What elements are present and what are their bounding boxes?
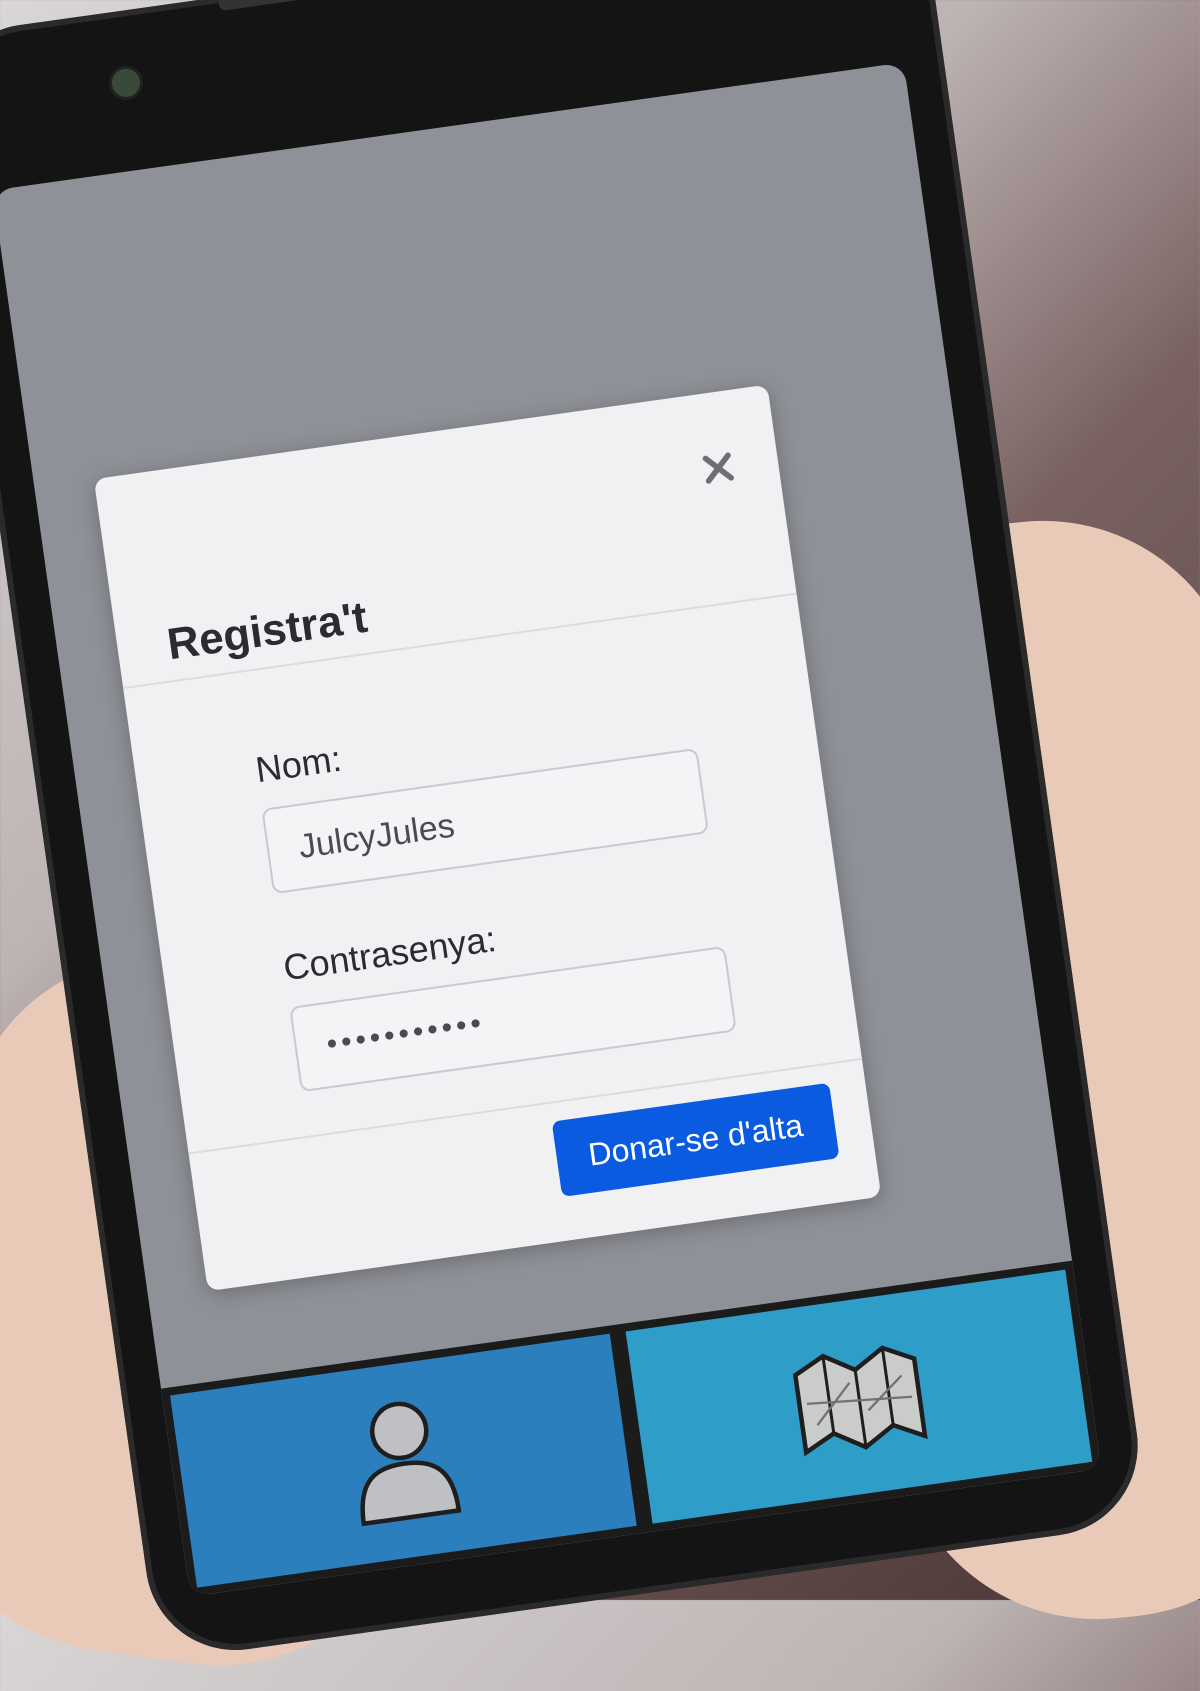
front-camera	[106, 63, 146, 103]
speaker	[217, 0, 339, 12]
password-label: Contrasenya:	[280, 917, 499, 989]
modal-header: Registra't	[93, 384, 797, 690]
close-button[interactable]	[691, 441, 745, 495]
close-icon	[702, 452, 734, 484]
name-label: Nom:	[252, 737, 344, 791]
tab-map[interactable]	[625, 1269, 1093, 1524]
tab-profile[interactable]	[170, 1333, 637, 1588]
register-button[interactable]: Donar-se d'alta	[551, 1082, 840, 1197]
phone-screen: Registra't Nom: Contrasenya: Donar-se d'…	[0, 62, 1102, 1597]
modal-title: Registra't	[164, 592, 371, 670]
user-icon	[360, 1401, 462, 1527]
phone-frame: Registra't Nom: Contrasenya: Donar-se d'…	[0, 0, 1150, 1662]
register-modal: Registra't Nom: Contrasenya: Donar-se d'…	[93, 384, 882, 1292]
map-icon	[792, 1345, 928, 1457]
bottom-tabbar	[161, 1260, 1102, 1597]
